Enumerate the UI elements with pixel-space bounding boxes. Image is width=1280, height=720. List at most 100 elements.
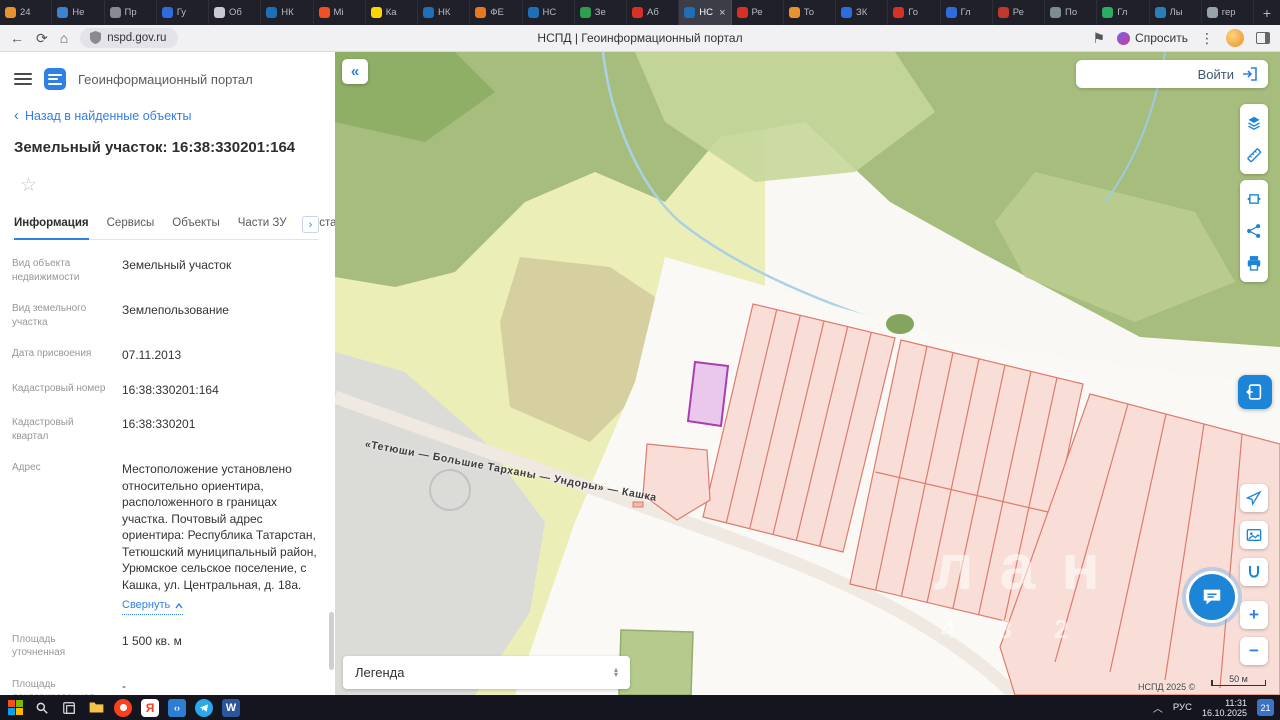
browser-tab[interactable]: Гу bbox=[157, 0, 209, 25]
legend-collapse-icon[interactable]: ▴ ▾ bbox=[614, 665, 618, 677]
tab-label: гер bbox=[1221, 7, 1236, 18]
file-explorer-icon[interactable] bbox=[87, 699, 105, 717]
sidebar-tab[interactable]: Сервисы bbox=[107, 213, 155, 239]
sidebar-tab[interactable]: Объекты bbox=[172, 213, 219, 239]
screenshot-icon[interactable] bbox=[1240, 521, 1268, 549]
field-row: Вид объекта недвижимости Земельный участо… bbox=[12, 248, 319, 293]
url-text: nspd.gov.ru bbox=[107, 31, 167, 44]
language-indicator[interactable]: РУС bbox=[1173, 702, 1192, 713]
sidebar-tab[interactable]: Информация bbox=[14, 213, 89, 240]
layers-icon[interactable] bbox=[1240, 107, 1268, 139]
selected-parcel[interactable] bbox=[686, 360, 730, 428]
browser-tab[interactable]: 24 bbox=[0, 0, 53, 25]
ask-assistant-button[interactable]: Спросить bbox=[1117, 31, 1188, 45]
ruler-icon[interactable] bbox=[1240, 139, 1268, 171]
word-icon[interactable]: W bbox=[222, 698, 240, 717]
browser-tab[interactable]: Не bbox=[52, 0, 105, 25]
browser-tab[interactable]: По bbox=[1045, 0, 1098, 25]
locate-icon[interactable] bbox=[1240, 484, 1268, 512]
reload-icon[interactable]: ⟳ bbox=[36, 31, 48, 45]
address-bar[interactable]: nspd.gov.ru bbox=[80, 28, 179, 48]
browser-tab[interactable]: НС bbox=[523, 0, 575, 25]
browser-tab[interactable]: Ре bbox=[993, 0, 1045, 25]
yandex-icon[interactable]: Я bbox=[141, 698, 159, 717]
zoom-in-button[interactable]: + bbox=[1240, 601, 1268, 629]
login-button[interactable]: Войти bbox=[1076, 60, 1268, 88]
browser-tab[interactable]: Ре bbox=[732, 0, 784, 25]
tab-favicon bbox=[788, 7, 800, 18]
avatar[interactable] bbox=[1226, 29, 1244, 47]
login-label: Войти bbox=[1197, 66, 1234, 82]
browser-tab[interactable]: Аб bbox=[627, 0, 680, 25]
browser-tab[interactable]: То bbox=[784, 0, 836, 25]
browser-tab[interactable]: Об bbox=[209, 0, 262, 25]
page-title: НСПД | Геоинформационный портал bbox=[537, 31, 743, 45]
chat-button[interactable] bbox=[1189, 574, 1235, 620]
collapse-address-link[interactable]: Свернуть bbox=[122, 598, 184, 615]
home-icon[interactable]: ⌂ bbox=[60, 31, 68, 45]
field-row: Адрес Местоположение установлено относите… bbox=[12, 452, 319, 624]
tab-label: Гу bbox=[176, 7, 187, 18]
browser-tab[interactable]: Mi bbox=[314, 0, 366, 25]
browser-tab[interactable]: Ка bbox=[366, 0, 418, 25]
back-to-results-link[interactable]: ‹ Назад в найденные объекты bbox=[12, 100, 319, 125]
field-value: 07.11.2013 bbox=[122, 348, 182, 362]
legend-panel[interactable]: Легенда ▴ ▾ bbox=[343, 656, 630, 689]
notifications-badge[interactable]: 21 bbox=[1257, 699, 1274, 716]
telegram-icon[interactable] bbox=[195, 698, 213, 717]
browser-tab[interactable]: Пр bbox=[105, 0, 157, 25]
tab-label: Ка bbox=[385, 7, 397, 18]
vscode-icon[interactable]: ‹› bbox=[168, 698, 186, 717]
browser-tab[interactable]: НК bbox=[261, 0, 314, 25]
share-icon[interactable] bbox=[1240, 215, 1268, 247]
tab-favicon bbox=[1154, 7, 1166, 18]
scrollbar-thumb[interactable] bbox=[329, 612, 334, 670]
tray-expand-icon[interactable]: ︿ bbox=[1153, 700, 1163, 715]
tab-favicon bbox=[475, 7, 487, 18]
clock[interactable]: 11:31 16.10.2025 bbox=[1202, 698, 1247, 718]
hamburger-menu-icon[interactable] bbox=[14, 73, 32, 85]
field-row: Кадастровый квартал 16:38:330201 bbox=[12, 407, 319, 452]
browser-tab[interactable]: гер bbox=[1202, 0, 1254, 25]
tab-label: Лы bbox=[1169, 7, 1183, 18]
clock-date: 16.10.2025 bbox=[1201, 707, 1247, 718]
browser-tab[interactable]: Лы bbox=[1150, 0, 1202, 25]
menu-dots-icon[interactable]: ⋮ bbox=[1200, 31, 1214, 45]
tabs-overflow-button[interactable]: › bbox=[302, 216, 319, 233]
browser-navbar: ← ⟳ ⌂ nspd.gov.ru НСПД | Геоинформационн… bbox=[0, 25, 1280, 52]
browser-tab[interactable]: НС × bbox=[679, 0, 732, 25]
bookmark-flag-icon[interactable]: ⚑ bbox=[1092, 31, 1105, 45]
transform-icon[interactable] bbox=[1240, 183, 1268, 215]
tab-label: Гл bbox=[1117, 7, 1128, 18]
tab-close-icon[interactable]: × bbox=[719, 7, 725, 19]
sidebar-tab[interactable]: Части ЗУ bbox=[238, 213, 287, 239]
browser-tab[interactable]: НК bbox=[418, 0, 471, 25]
start-button[interactable] bbox=[6, 699, 24, 717]
quick-panel-button[interactable] bbox=[1238, 375, 1272, 409]
collapse-sidebar-button[interactable]: « bbox=[342, 59, 368, 84]
new-tab-button[interactable]: + bbox=[1254, 0, 1280, 25]
search-icon[interactable] bbox=[33, 699, 51, 717]
tab-favicon bbox=[57, 7, 69, 18]
browser-tab[interactable]: ФЕ bbox=[470, 0, 523, 25]
sidebar-scrollbar[interactable] bbox=[329, 52, 334, 695]
favorite-star-icon[interactable]: ☆ bbox=[12, 158, 319, 201]
clock-time: 11:31 bbox=[1225, 697, 1247, 708]
print-icon[interactable] bbox=[1240, 247, 1268, 279]
browser-tab[interactable]: Го bbox=[888, 0, 941, 25]
browser-tab[interactable]: Гл bbox=[1097, 0, 1150, 25]
map-toolbar-mid bbox=[1240, 180, 1268, 282]
sidebar-panel-icon[interactable] bbox=[1256, 32, 1270, 44]
tab-label: Аб bbox=[647, 7, 659, 18]
browser-tab[interactable]: Гл bbox=[941, 0, 993, 25]
map-canvas[interactable]: лан 432 «Тетюши — Большие Тарханы — Ундо… bbox=[335, 52, 1280, 695]
back-icon[interactable]: ← bbox=[10, 31, 24, 45]
browser-tab[interactable]: Зе bbox=[575, 0, 627, 25]
basemap-layers bbox=[335, 52, 1280, 695]
yandex-browser-icon[interactable] bbox=[114, 698, 132, 717]
magnet-icon[interactable] bbox=[1240, 558, 1268, 586]
browser-tab[interactable]: ЗК bbox=[836, 0, 889, 25]
zoom-out-button[interactable]: − bbox=[1240, 637, 1268, 665]
task-view-icon[interactable] bbox=[60, 699, 78, 717]
tab-label: 24 bbox=[20, 7, 31, 18]
